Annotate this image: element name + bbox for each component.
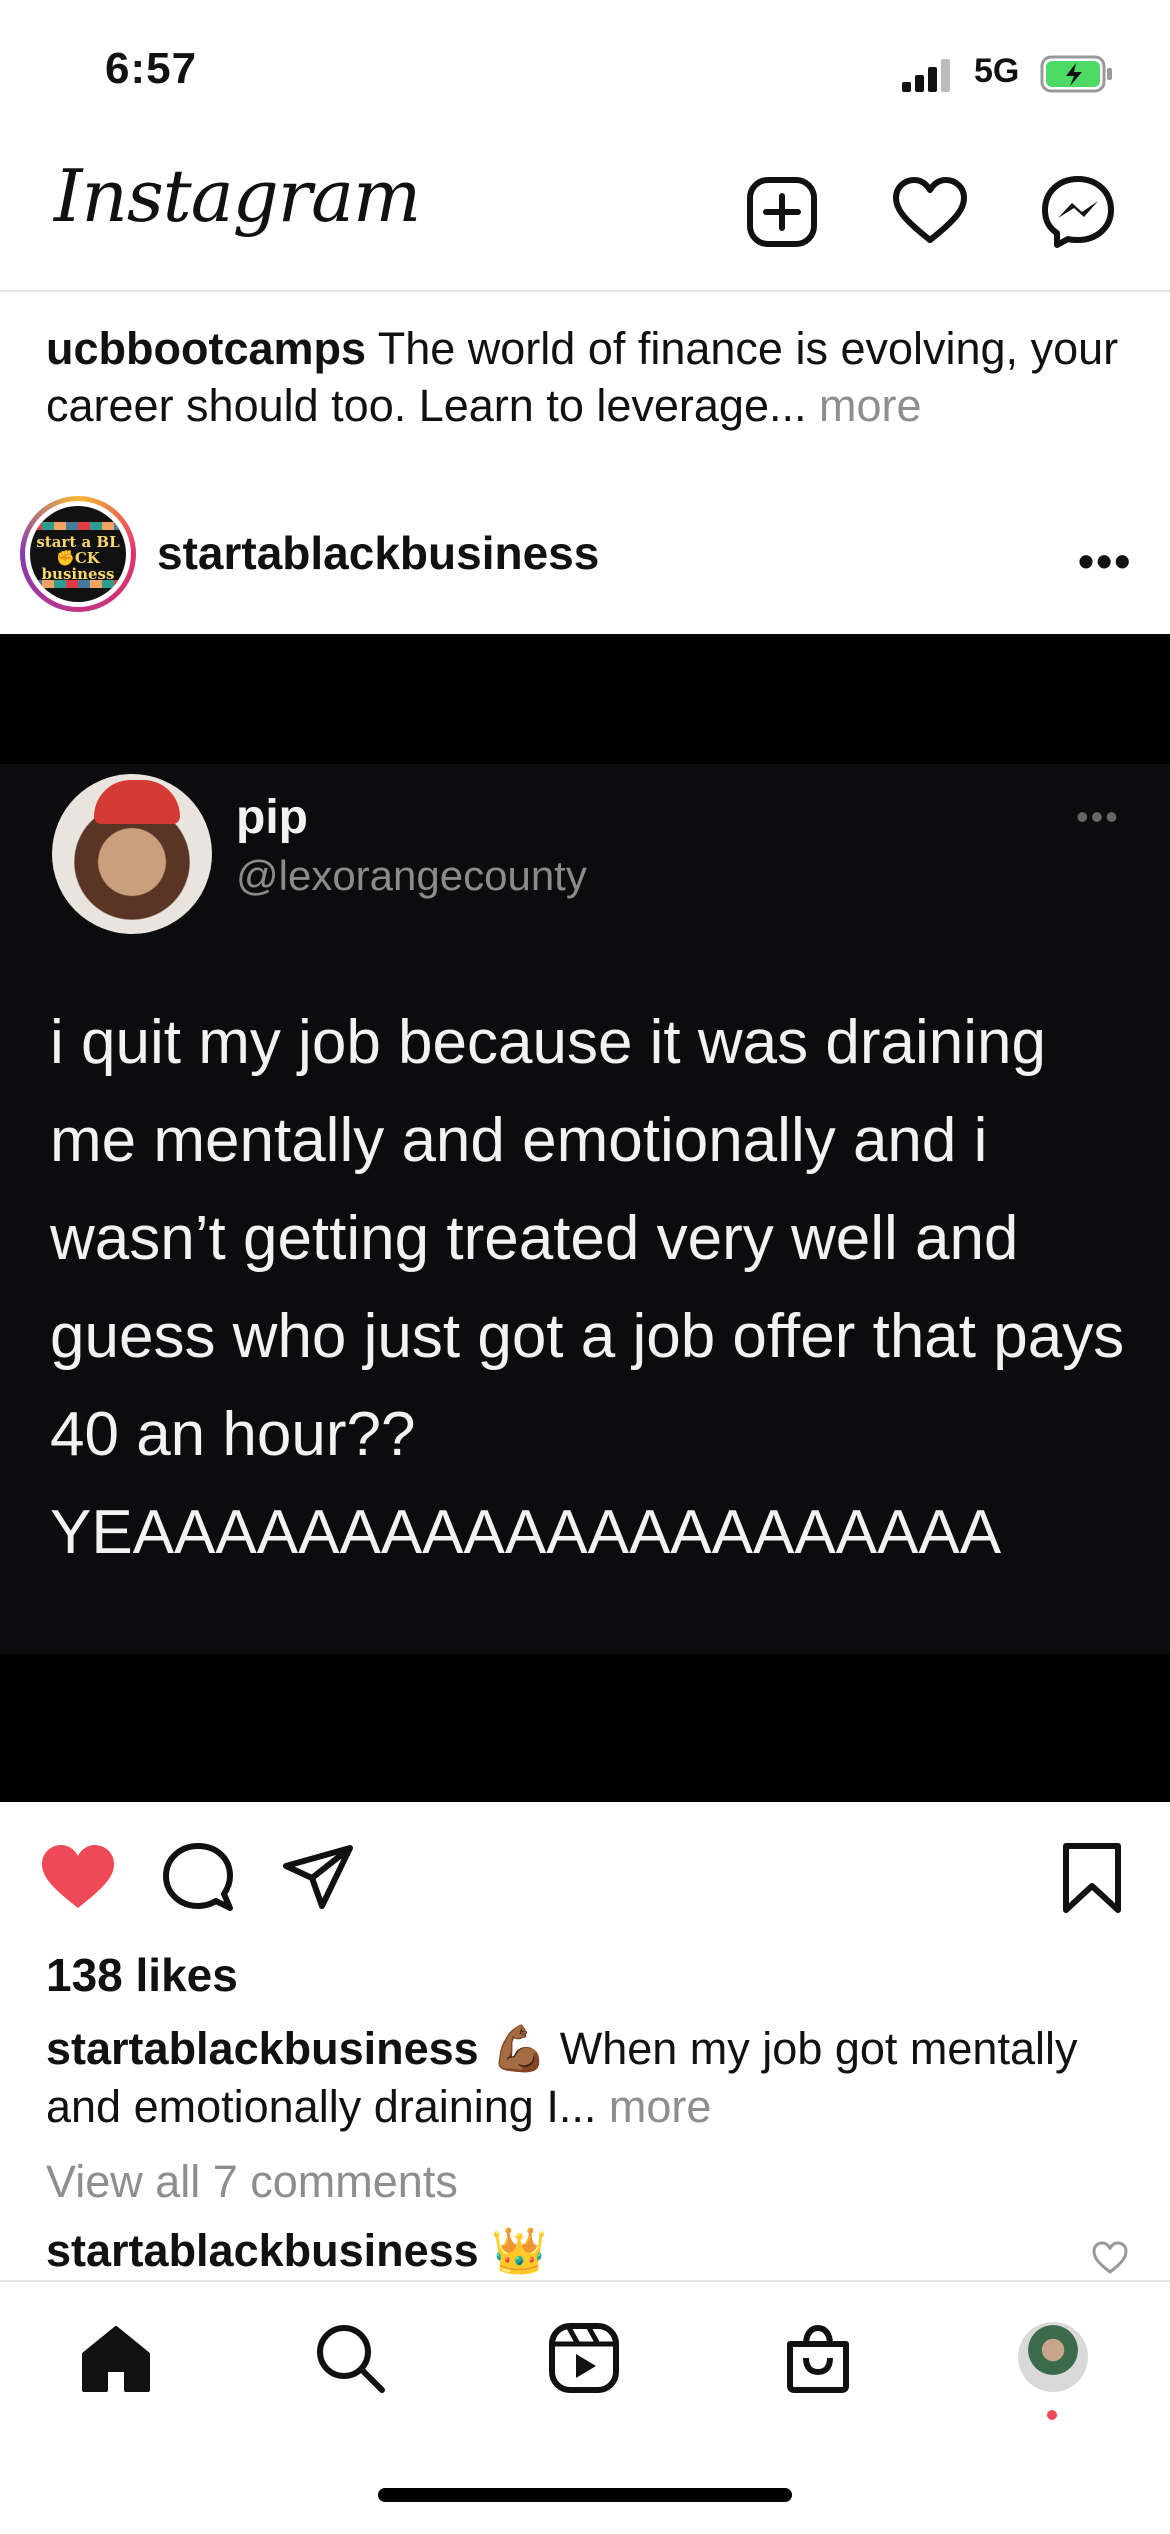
reels-icon[interactable]: [546, 2320, 622, 2396]
comment-icon[interactable]: [158, 1838, 238, 1918]
battery-icon: [1040, 55, 1112, 93]
caption-username[interactable]: startablackbusiness: [46, 2023, 479, 2074]
previous-post-more-link[interactable]: more: [806, 380, 922, 431]
search-icon[interactable]: [312, 2320, 388, 2396]
home-icon[interactable]: [78, 2320, 154, 2396]
avatar-logo-text: start a BL✊CK business: [36, 533, 120, 583]
network-label: 5G: [974, 52, 1020, 90]
previous-post-caption: ucbbootcamps The world of finance is evo…: [46, 320, 1126, 434]
post-header: start a BL✊CK business startablackbusine…: [0, 490, 1170, 630]
post-username[interactable]: startablackbusiness: [157, 526, 599, 580]
bookmark-icon[interactable]: [1052, 1838, 1132, 1918]
like-icon[interactable]: [38, 1838, 118, 1918]
post-caption: startablackbusiness 💪🏾 When my job got m…: [46, 2020, 1126, 2136]
tweet-name: pip: [236, 791, 308, 844]
instagram-logo[interactable]: Instagram: [54, 154, 421, 238]
messenger-icon[interactable]: [1040, 174, 1116, 250]
share-icon[interactable]: [278, 1838, 358, 1918]
like-count[interactable]: 138 likes: [46, 1948, 238, 2002]
profile-avatar[interactable]: [1018, 2322, 1088, 2392]
status-time: 6:57: [105, 44, 198, 93]
tweet-avatar: [52, 774, 212, 934]
shop-icon[interactable]: [780, 2320, 856, 2396]
app-header: Instagram: [0, 150, 1170, 292]
tweet-options-icon: •••: [1076, 796, 1120, 837]
post-avatar[interactable]: start a BL✊CK business: [20, 496, 136, 612]
tweet-screenshot: pip @lexorangecounty ••• i quit my job b…: [0, 764, 1170, 1654]
view-comments-link[interactable]: View all 7 comments: [46, 2156, 458, 2208]
signal-icon: [902, 59, 950, 92]
tweet-handle: @lexorangecounty: [236, 852, 587, 899]
comment-username[interactable]: startablackbusiness: [46, 2225, 479, 2276]
new-post-icon[interactable]: [744, 174, 820, 250]
comment-row: startablackbusiness 👑: [46, 2224, 547, 2277]
home-indicator: [378, 2488, 792, 2502]
post-options-button[interactable]: •••: [1078, 534, 1132, 588]
heart-icon[interactable]: [892, 174, 968, 250]
tweet-text: i quit my job because it was draining me…: [50, 1008, 1125, 1567]
post-image[interactable]: pip @lexorangecounty ••• i quit my job b…: [0, 634, 1170, 1802]
caption-more-link[interactable]: more: [596, 2081, 712, 2132]
comment-text: 👑: [478, 2225, 548, 2276]
comment-like-icon[interactable]: [1092, 2240, 1128, 2276]
post-actions: [0, 1820, 1170, 1930]
previous-post-username[interactable]: ucbbootcamps: [46, 323, 366, 374]
status-bar: 6:57 5G: [0, 0, 1170, 150]
notification-dot: [1047, 2410, 1057, 2420]
